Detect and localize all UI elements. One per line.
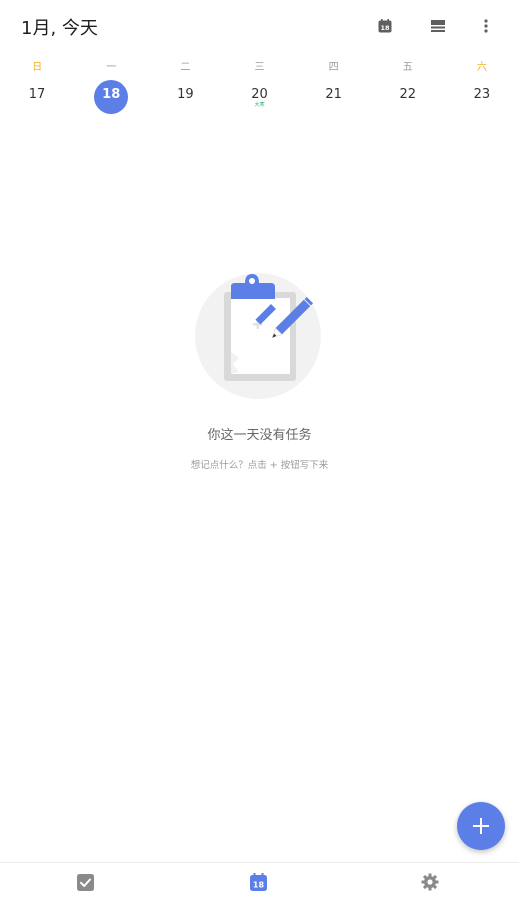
nav-tasks[interactable] xyxy=(75,872,95,892)
date-cell-holiday[interactable]: 20 大寒 xyxy=(242,80,276,114)
weekday-wed: 三 xyxy=(254,62,265,73)
plus-icon xyxy=(473,818,489,834)
date-cell-selected[interactable]: 18 xyxy=(94,80,129,114)
date-cell[interactable]: 23 xyxy=(465,80,499,114)
weekday-mon: 一 xyxy=(106,62,117,73)
weekday-tue: 二 xyxy=(180,62,191,73)
more-vertical-icon xyxy=(484,19,488,33)
nav-calendar[interactable]: 18 xyxy=(248,872,268,892)
empty-state: 你这一天没有任务 想记点什么？点击 + 按钮写下来 xyxy=(0,268,519,471)
weekday-sun: 日 xyxy=(32,62,43,73)
gear-icon xyxy=(421,873,439,891)
clipboard-illustration xyxy=(194,273,321,399)
holiday-label: 大寒 xyxy=(254,102,265,108)
date-number: 20 xyxy=(251,87,268,102)
nav-settings[interactable] xyxy=(420,872,440,892)
app-header: 1月, 今天 18 xyxy=(0,0,519,52)
date-cell[interactable]: 17 xyxy=(20,80,54,114)
more-options-button[interactable] xyxy=(473,13,499,39)
empty-state-title: 你这一天没有任务 xyxy=(207,428,312,443)
add-task-button[interactable] xyxy=(457,802,505,850)
calendar-icon: 18 xyxy=(249,873,267,891)
date-cell[interactable]: 19 xyxy=(168,80,202,114)
list-view-icon xyxy=(431,20,445,32)
view-mode-button[interactable] xyxy=(425,13,451,39)
date-cell[interactable]: 21 xyxy=(317,80,351,114)
bottom-navigation: 18 xyxy=(0,862,519,901)
calendar-icon-day: 18 xyxy=(380,24,390,32)
weekday-header: 日 一 二 三 四 五 六 xyxy=(0,58,519,74)
calendar-icon: 18 xyxy=(378,19,392,33)
weekday-thu: 四 xyxy=(328,62,339,73)
week-dates: 17 18 19 20 大寒 21 22 23 xyxy=(0,80,519,120)
checkbox-icon xyxy=(76,873,94,891)
calendar-today-button[interactable]: 18 xyxy=(372,13,398,39)
weekday-fri: 五 xyxy=(402,62,413,73)
date-cell[interactable]: 22 xyxy=(391,80,425,114)
page-title: 1月, 今天 xyxy=(21,18,98,39)
weekday-sat: 六 xyxy=(476,62,487,73)
empty-state-subtitle: 想记点什么？点击 + 按钮写下来 xyxy=(190,460,329,471)
nav-calendar-day: 18 xyxy=(252,881,264,890)
